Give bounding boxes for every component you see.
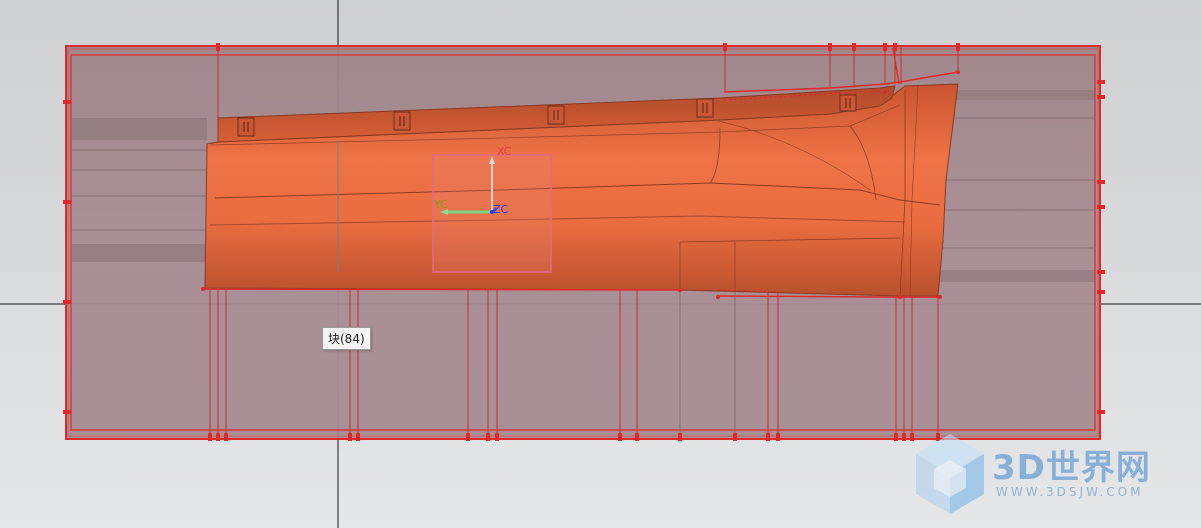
watermark-title: 3D世界网 (992, 448, 1151, 488)
graphics-viewport[interactable]: XC YC ZC 块(84) 3D世界网 WWW.3DSJW.COM (0, 0, 1201, 528)
plastic-part[interactable] (204, 83, 959, 297)
watermark-cube-icon (916, 434, 984, 514)
watermark: 3D世界网 WWW.3DSJW.COM (912, 432, 1192, 522)
yc-axis-label: YC (434, 198, 448, 211)
xc-axis-label: XC (497, 145, 512, 158)
zc-axis-label: ZC (493, 203, 509, 216)
watermark-url: WWW.3DSJW.COM (996, 485, 1144, 499)
hover-tooltip: 块(84) (322, 327, 371, 350)
